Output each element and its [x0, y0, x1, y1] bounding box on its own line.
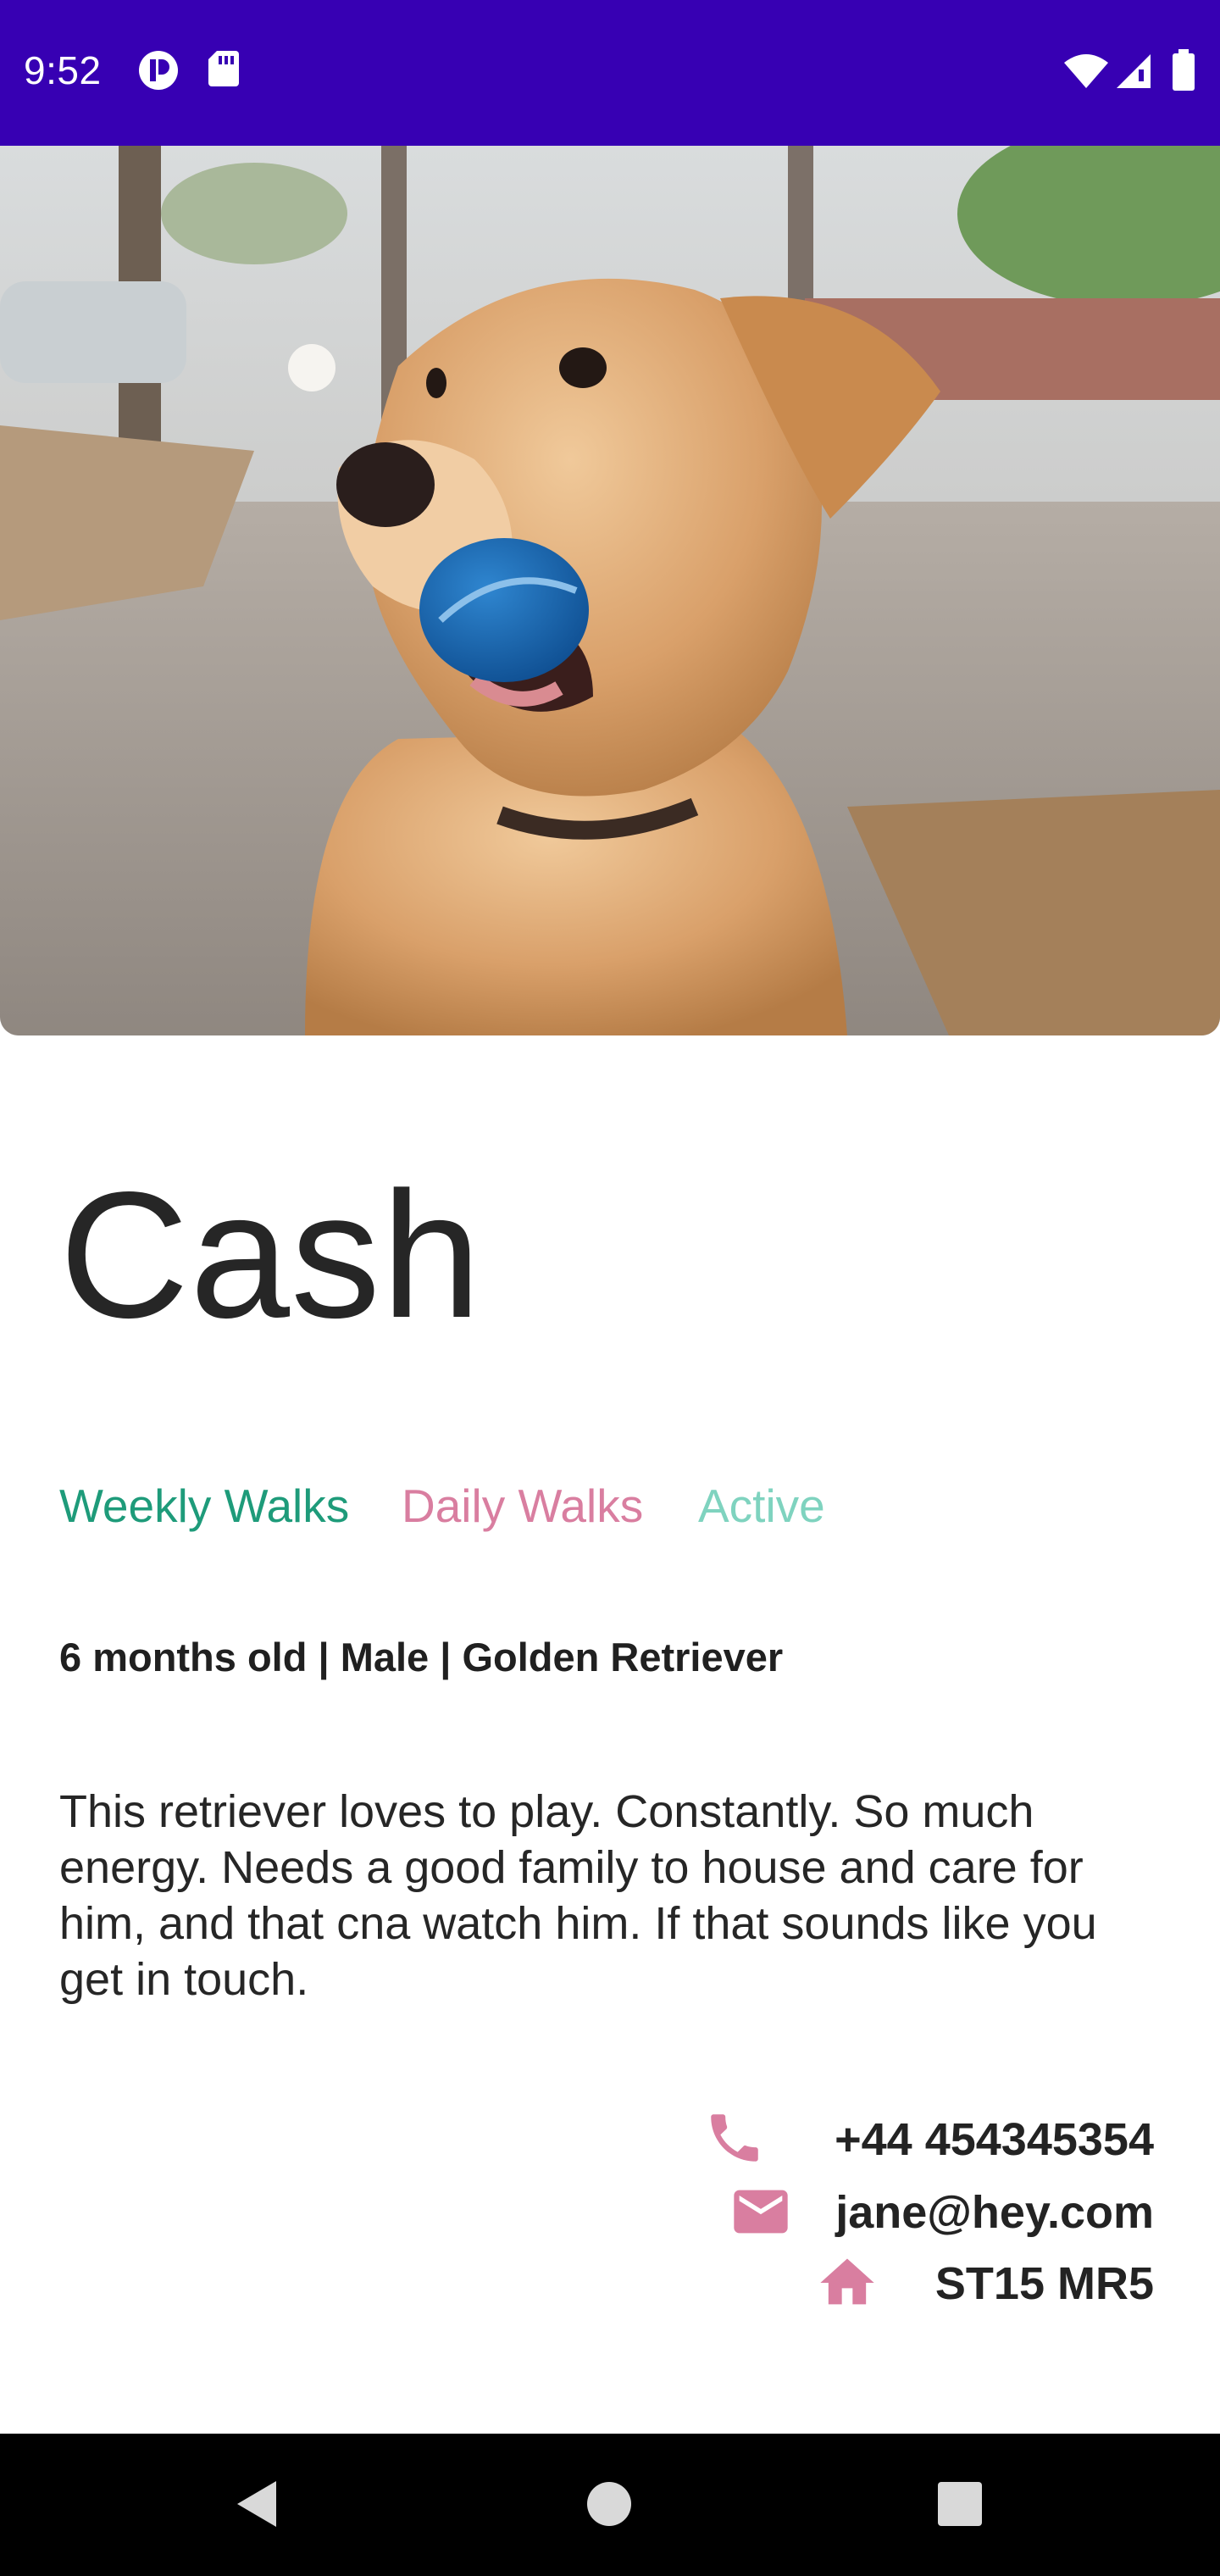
back-icon[interactable]: [229, 2476, 285, 2532]
email-icon: [734, 2190, 788, 2234]
pet-details: 6 months old | Male | Golden Retriever: [59, 1635, 784, 1679]
contact-email-row[interactable]: jane@hey.com: [695, 2179, 1154, 2247]
recents-icon[interactable]: [937, 2481, 983, 2527]
pet-name: Cash: [59, 1154, 482, 1355]
system-nav-bar: [0, 2434, 1220, 2576]
app-notification-icon: [139, 51, 178, 90]
dog-photo: [0, 146, 1220, 1035]
status-bar: 9:52: [0, 0, 1220, 146]
contact-phone-row[interactable]: +44 454345354: [695, 2107, 1154, 2174]
status-time: 9:52: [24, 48, 102, 92]
tag-daily-walks: Daily Walks: [402, 1480, 644, 1532]
home-icon: [820, 2258, 874, 2305]
signal-icon: [1117, 54, 1151, 88]
contact-email: jane@hey.com: [835, 2187, 1154, 2238]
pet-photo: [0, 146, 1220, 1035]
contact-postcode: ST15 MR5: [934, 2258, 1154, 2309]
home-nav-icon[interactable]: [586, 2481, 632, 2527]
contact-address-row: ST15 MR5: [695, 2251, 1154, 2318]
phone-icon: [711, 2114, 758, 2162]
contact-phone: +44 454345354: [835, 2114, 1154, 2165]
wifi-icon: [1064, 54, 1108, 88]
tag-active: Active: [698, 1480, 825, 1532]
battery-icon: [1173, 49, 1195, 91]
pet-description: This retriever loves to play. Constantly…: [59, 1786, 1097, 2005]
tag-weekly-walks: Weekly Walks: [59, 1480, 350, 1532]
sd-card-icon: [208, 51, 239, 86]
